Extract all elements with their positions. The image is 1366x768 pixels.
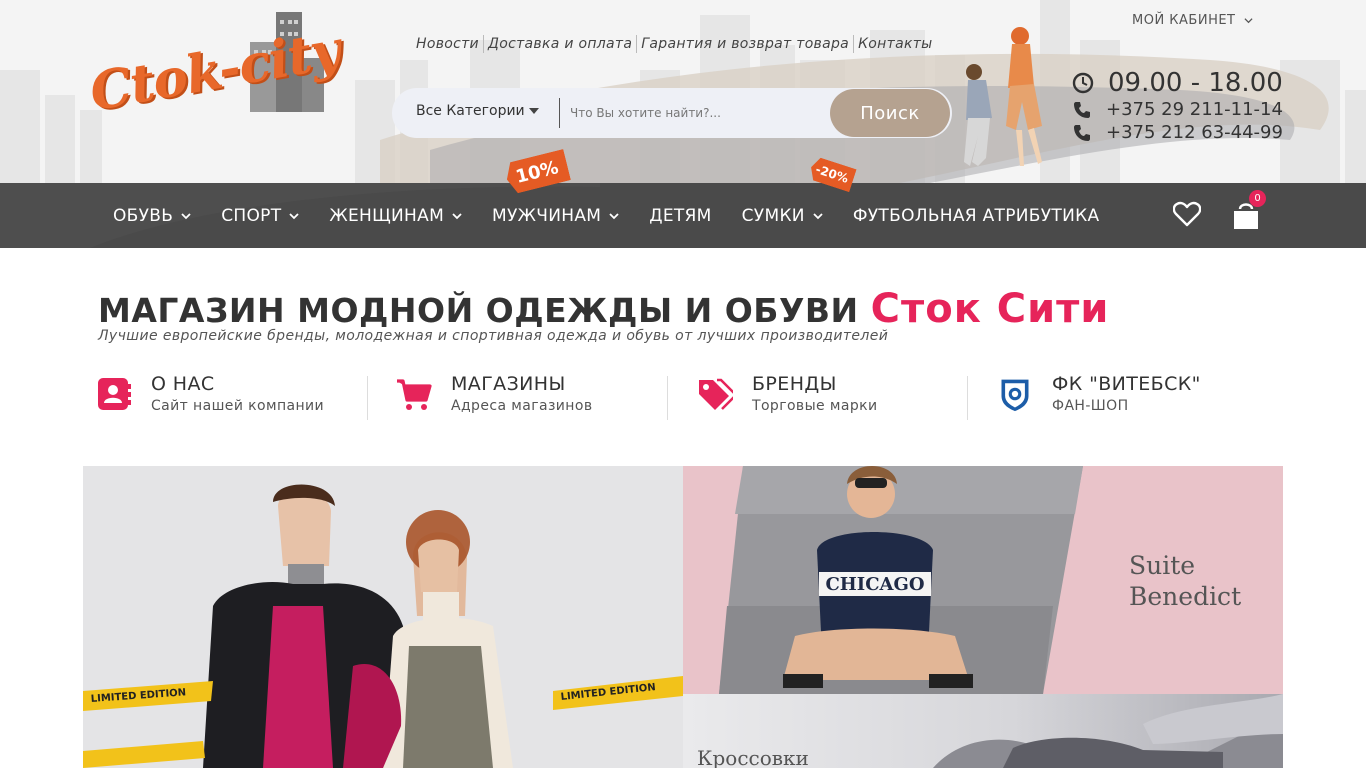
feature-fc-vitebsk[interactable]: ФК "ВИТЕБСК" ФАН-ШОП (997, 372, 1257, 422)
nav-item-label: ФУТБОЛЬНАЯ АТРИБУТИКА (852, 205, 1100, 226)
clock-icon (1072, 72, 1094, 94)
cart-icon (397, 379, 432, 410)
tags-icon (699, 378, 733, 410)
feature-divider (967, 376, 968, 420)
brand-name-line-1: Suite (1129, 551, 1196, 580)
nav-item-label: МУЖЧИНАМ (492, 205, 602, 226)
phone-icon (1074, 101, 1090, 118)
phone-1-text: +375 29 211-11-14 (1106, 99, 1283, 120)
page-title-accent: Сток Сити (870, 286, 1110, 332)
banner-sneakers[interactable]: Кроссовки (683, 694, 1283, 768)
nav-item-label: СПОРТ (221, 205, 282, 226)
top-link-contacts[interactable]: Контакты (854, 35, 936, 53)
feature-fc-subtitle: ФАН-ШОП (1052, 398, 1129, 414)
top-link-delivery[interactable]: Доставка и оплата (484, 35, 638, 53)
category-select[interactable]: Все Категории (416, 103, 539, 119)
caret-down-icon (528, 108, 539, 114)
nav-item-sport[interactable]: СПОРТ (206, 206, 314, 226)
phone-2[interactable]: +375 212 63-44-99 (1072, 121, 1283, 144)
nav-item-football[interactable]: ФУТБОЛЬНАЯ АТРИБУТИКА (838, 206, 1115, 226)
chevron-down-icon (609, 212, 619, 219)
sneakers-label: Кроссовки (697, 746, 809, 768)
phone-1[interactable]: +375 29 211-11-14 (1072, 98, 1283, 121)
top-links: Новости Доставка и оплата Гарантия и воз… (412, 35, 937, 53)
banner-fashion-couple[interactable]: LIMITED EDITION LIMITED EDITION (83, 466, 683, 768)
feature-divider (367, 376, 368, 420)
feature-divider (667, 376, 668, 420)
contact-info: 09.00 - 18.00 +375 29 211-11-14 +375 212… (1072, 68, 1283, 144)
category-select-value: Все Категории (416, 103, 525, 119)
nav-item-label: СУМКИ (741, 205, 805, 226)
feature-stores-title: МАГАЗИНЫ (451, 373, 566, 395)
heart-icon[interactable] (1173, 201, 1201, 227)
sweater-text: CHICAGO (825, 574, 924, 595)
chevron-down-icon (452, 212, 462, 219)
brand-name: Suite Benedict (1129, 550, 1241, 612)
banner-suite-benedict[interactable]: CHICAGO Suite Benedict (683, 466, 1283, 694)
cart-count-badge: 0 (1249, 190, 1266, 207)
feature-stores[interactable]: МАГАЗИНЫ Адреса магазинов (396, 372, 656, 422)
working-hours: 09.00 - 18.00 (1072, 68, 1283, 98)
feature-fc-title: ФК "ВИТЕБСК" (1052, 373, 1201, 395)
search-bar: Все Категории Поиск (392, 88, 952, 138)
nav-item-bags[interactable]: СУМКИ (727, 206, 838, 226)
fashion-couple-photo: LIMITED EDITION LIMITED EDITION (83, 466, 683, 768)
page-title: МАГАЗИН МОДНОЙ ОДЕЖДЫ И ОБУВИ Сток Сити (98, 286, 1109, 332)
feature-stores-subtitle: Адреса магазинов (451, 398, 593, 414)
chevron-down-icon (813, 212, 823, 219)
top-link-news[interactable]: Новости (412, 35, 484, 53)
nav-item-label: ОБУВЬ (113, 205, 174, 226)
main-navigation: ОБУВЬ СПОРТ ЖЕНЩИНАМ МУЖЧИНАМ ДЕТЯМ СУМК… (0, 183, 1366, 248)
nav-item-shoes[interactable]: ОБУВЬ (98, 206, 206, 226)
feature-about[interactable]: О НАС Сайт нашей компании (96, 372, 356, 422)
nav-item-men[interactable]: МУЖЧИНАМ (477, 206, 634, 226)
my-account-menu[interactable]: МОЙ КАБИНЕТ (1132, 13, 1253, 28)
nav-item-women[interactable]: ЖЕНЩИНАМ (314, 206, 477, 226)
chevron-down-icon (289, 212, 300, 219)
feature-brands-subtitle: Торговые марки (752, 398, 878, 414)
page-title-text: МАГАЗИН МОДНОЙ ОДЕЖДЫ И ОБУВИ (98, 291, 859, 330)
working-hours-text: 09.00 - 18.00 (1108, 68, 1283, 98)
nav-item-kids[interactable]: ДЕТЯМ (634, 206, 726, 226)
chevron-down-icon (181, 212, 191, 219)
nav-item-label: ЖЕНЩИНАМ (329, 205, 445, 226)
site-logo[interactable]: Ctok-city (85, 10, 352, 162)
brand-name-line-2: Benedict (1129, 582, 1242, 611)
page-subtitle: Лучшие европейские бренды, молодежная и … (98, 328, 889, 344)
phone-icon (1074, 124, 1090, 141)
pinup-couple-illustration (964, 27, 1042, 166)
nav-item-label: ДЕТЯМ (649, 205, 712, 226)
feature-about-subtitle: Сайт нашей компании (151, 398, 325, 414)
address-book-icon (98, 378, 131, 410)
site-header: Ctok-city Новости Доставка и оплата Гара… (0, 0, 1366, 183)
nav-items: ОБУВЬ СПОРТ ЖЕНЩИНАМ МУЖЧИНАМ ДЕТЯМ СУМК… (98, 183, 1114, 248)
fc-vitebsk-crest-icon (1001, 379, 1029, 412)
my-account-label: МОЙ КАБИНЕТ (1132, 13, 1236, 28)
feature-brands-title: БРЕНДЫ (752, 373, 837, 395)
chevron-down-icon (1243, 18, 1253, 24)
feature-brands[interactable]: БРЕНДЫ Торговые марки (697, 372, 957, 422)
search-divider (559, 98, 560, 128)
phone-2-text: +375 212 63-44-99 (1106, 122, 1283, 143)
search-button[interactable]: Поиск (830, 89, 950, 137)
top-link-warranty[interactable]: Гарантия и возврат товара (637, 35, 855, 53)
feature-about-title: О НАС (151, 373, 215, 395)
search-input[interactable] (570, 100, 810, 126)
